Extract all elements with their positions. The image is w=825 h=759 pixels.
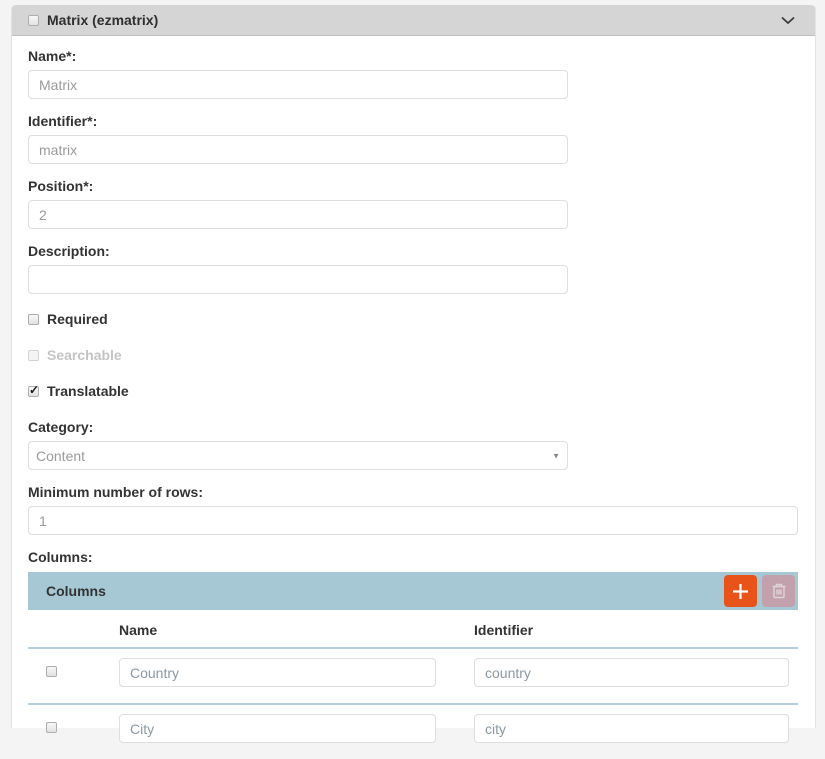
chevron-down-icon[interactable] bbox=[781, 16, 795, 25]
translatable-checkbox[interactable] bbox=[28, 386, 39, 397]
columns-table: Columns bbox=[28, 572, 798, 759]
column-name-input[interactable] bbox=[119, 714, 436, 743]
description-label: Description: bbox=[28, 243, 798, 259]
table-row bbox=[28, 705, 798, 759]
columns-table-title: Columns bbox=[46, 583, 106, 599]
panel-title: Matrix (ezmatrix) bbox=[47, 12, 158, 28]
plus-icon bbox=[731, 582, 750, 601]
searchable-row: Searchable bbox=[28, 347, 798, 363]
field-definition-panel: Matrix (ezmatrix) Name*: Identifier*: Po… bbox=[11, 5, 816, 728]
category-label: Category: bbox=[28, 419, 798, 435]
delete-column-button[interactable] bbox=[762, 575, 795, 607]
searchable-checkbox bbox=[28, 350, 39, 361]
column-identifier-input[interactable] bbox=[474, 714, 789, 743]
required-label: Required bbox=[47, 311, 108, 327]
name-input[interactable] bbox=[28, 70, 568, 99]
column-name-input[interactable] bbox=[119, 658, 436, 687]
required-row: Required bbox=[28, 311, 798, 327]
add-column-button[interactable] bbox=[724, 575, 757, 607]
row-select-checkbox[interactable] bbox=[46, 722, 57, 733]
columns-table-head: Name Identifier bbox=[28, 610, 798, 649]
columns-table-header: Columns bbox=[28, 572, 798, 610]
position-input[interactable] bbox=[28, 200, 568, 229]
identifier-label: Identifier*: bbox=[28, 113, 798, 129]
identifier-input[interactable] bbox=[28, 135, 568, 164]
searchable-label: Searchable bbox=[47, 347, 122, 363]
min-rows-label: Minimum number of rows: bbox=[28, 484, 798, 500]
column-header-identifier: Identifier bbox=[474, 622, 798, 638]
translatable-row: Translatable bbox=[28, 383, 798, 399]
columns-section-label: Columns: bbox=[28, 549, 798, 565]
min-rows-input[interactable] bbox=[28, 506, 798, 535]
description-input[interactable] bbox=[28, 265, 568, 294]
translatable-label: Translatable bbox=[47, 383, 129, 399]
panel-select-checkbox[interactable] bbox=[28, 15, 39, 26]
trash-icon bbox=[769, 581, 789, 601]
name-label: Name*: bbox=[28, 48, 798, 64]
position-label: Position*: bbox=[28, 178, 798, 194]
table-row bbox=[28, 649, 798, 705]
category-select-wrap: Content ▼ bbox=[28, 441, 568, 470]
category-select[interactable]: Content bbox=[28, 441, 568, 470]
columns-actions bbox=[724, 575, 795, 607]
panel-header[interactable]: Matrix (ezmatrix) bbox=[12, 5, 815, 36]
required-checkbox[interactable] bbox=[28, 314, 39, 325]
column-identifier-input[interactable] bbox=[474, 658, 789, 687]
column-header-name: Name bbox=[119, 622, 474, 638]
row-select-checkbox[interactable] bbox=[46, 666, 57, 677]
